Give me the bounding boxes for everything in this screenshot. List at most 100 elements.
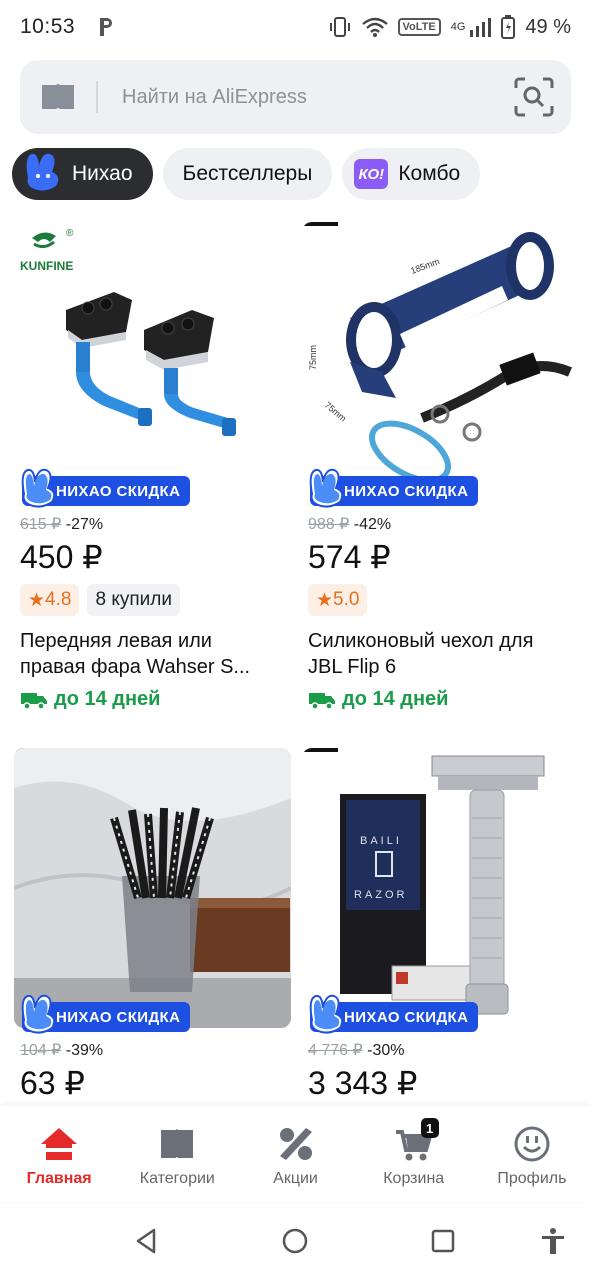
cart-count-badge: 1	[420, 1118, 439, 1138]
old-price-value: 988 ₽	[308, 516, 350, 533]
product-title[interactable]: Силиконовый чехол для JBL Flip 6	[308, 628, 576, 680]
chip-combo[interactable]: КО! Комбо	[342, 148, 481, 200]
search-bar[interactable]	[20, 60, 571, 134]
badge-label: НИХАО СКИДКА	[56, 482, 181, 500]
product-image[interactable]: BAILI RAZOR	[302, 748, 579, 1028]
delivery-text: до 14 дней	[342, 688, 449, 710]
nihao-mascot-icon	[309, 994, 344, 1034]
nav-label: Акции	[273, 1170, 318, 1187]
chip-label: Комбо	[398, 162, 461, 185]
product-image[interactable]: ® KUNFINE	[14, 222, 291, 502]
back-icon[interactable]	[132, 1226, 162, 1256]
discount-badge: НИХАО СКИДКА	[21, 468, 191, 508]
home-circle-icon[interactable]	[280, 1226, 310, 1256]
discount-percent: -39%	[65, 1042, 104, 1059]
product-title[interactable]: Передняя левая или правая фара Wahser S.…	[20, 628, 288, 680]
delivery-text: до 14 дней	[54, 688, 161, 710]
accessibility-icon[interactable]	[538, 1226, 568, 1256]
catalog-book-icon[interactable]	[40, 82, 76, 112]
search-divider	[96, 81, 98, 113]
chip-nihao[interactable]: Нихао	[12, 148, 153, 200]
recents-icon[interactable]	[428, 1226, 458, 1256]
rating-value: 5.0	[333, 589, 360, 610]
product-image[interactable]	[14, 748, 291, 1028]
old-price: 104 ₽ -39%	[20, 1040, 103, 1060]
title-line: Передняя левая или	[20, 630, 212, 652]
product-image[interactable]: 185mm 75mm 75mm	[302, 222, 579, 502]
chip-label: Нихао	[72, 162, 133, 185]
brand-logo-text: KUNFINE	[20, 259, 73, 273]
book-icon	[161, 1129, 194, 1158]
sold-count: 8 купили	[87, 584, 180, 616]
nav-label: Категории	[139, 1170, 215, 1187]
nav-profile[interactable]: Профиль	[473, 1106, 591, 1202]
badge-label: НИХАО СКИДКА	[344, 1008, 469, 1026]
star-icon: ★	[316, 589, 334, 611]
network-type: 4G	[450, 21, 466, 33]
old-price: 4 776 ₽ -30%	[308, 1040, 404, 1060]
old-price-value: 615 ₽	[20, 516, 62, 533]
speaker-case-image: 185mm 75mm 75mm	[302, 222, 579, 502]
bottom-navigation: Главная Категории Акции 1 Корзина Профил…	[0, 1106, 591, 1202]
percent-icon	[279, 1128, 312, 1160]
title-line: JBL Flip 6	[308, 656, 397, 678]
battery-icon	[501, 15, 516, 39]
image-search-icon[interactable]	[513, 76, 555, 118]
nihao-mascot-icon	[26, 153, 59, 191]
pens-cup-image	[14, 748, 291, 1028]
nav-cart[interactable]: 1 Корзина	[355, 1106, 473, 1202]
product-card[interactable]: ® KUNFINE НИХАО СКИДКА 615 ₽ -27% 450 ₽ …	[14, 222, 291, 722]
product-card[interactable]: BAILI RAZOR НИХАО СКИДКА 4 776 ₽ -30% 3 …	[302, 748, 579, 1106]
product-card[interactable]: 185mm 75mm 75mm НИХАО СКИДКА 988 ₽ -42% …	[302, 222, 579, 722]
app-notification-icon	[100, 18, 113, 36]
delivery-info: до 14 дней	[20, 688, 160, 711]
price: 63 ₽	[20, 1065, 85, 1101]
old-price-value: 104 ₽	[20, 1042, 62, 1059]
dimension-label: 75mm	[308, 345, 318, 370]
status-bar: 10:53 VoLTE 4G 49 %	[0, 0, 591, 54]
nihao-mascot-icon	[21, 468, 56, 508]
nihao-mascot-icon	[21, 994, 56, 1034]
discount-percent: -30%	[367, 1042, 405, 1059]
title-line: Силиконовый чехол для	[308, 630, 534, 652]
washer-nozzle-image: ® KUNFINE	[14, 222, 291, 502]
razor-image: BAILI RAZOR	[302, 748, 579, 1028]
old-price-value: 4 776 ₽	[308, 1042, 363, 1059]
old-price: 988 ₽ -42%	[308, 514, 391, 534]
rating-value: 4.8	[45, 589, 72, 610]
badge-label: НИХАО СКИДКА	[56, 1008, 181, 1026]
discount-percent: -27%	[65, 516, 104, 533]
chip-bestsellers[interactable]: Бестселлеры	[162, 148, 333, 200]
discount-badge: НИХАО СКИДКА	[21, 994, 191, 1034]
system-navigation	[0, 1202, 591, 1280]
truck-icon	[21, 692, 47, 710]
vibrate-icon	[329, 17, 350, 37]
wifi-icon	[361, 17, 388, 37]
rating-row: ★ 4.8 8 купили	[20, 584, 180, 616]
nav-home[interactable]: Главная	[0, 1106, 118, 1202]
status-indicators: VoLTE 4G 49 %	[328, 15, 571, 39]
signal-icon	[470, 18, 492, 37]
delivery-info: до 14 дней	[308, 688, 448, 711]
smiley-profile-icon	[514, 1126, 550, 1162]
rating: ★ 5.0	[308, 584, 368, 616]
rating-row: ★ 5.0	[308, 584, 368, 616]
chip-label: Бестселлеры	[182, 162, 313, 185]
nav-label: Корзина	[383, 1170, 445, 1187]
discount-percent: -42%	[353, 516, 392, 533]
nav-label: Главная	[26, 1170, 92, 1187]
title-line: правая фара Wahser S...	[20, 656, 251, 678]
svg-text:®: ®	[66, 228, 74, 239]
search-input[interactable]	[122, 85, 462, 109]
badge-label: НИХАО СКИДКА	[344, 482, 469, 500]
nav-categories[interactable]: Категории	[118, 1106, 236, 1202]
price: 574 ₽	[308, 539, 391, 575]
nihao-mascot-icon	[309, 468, 344, 508]
home-icon	[41, 1128, 78, 1160]
nav-sales[interactable]: Акции	[236, 1106, 354, 1202]
discount-badge: НИХАО СКИДКА	[309, 468, 479, 508]
product-card[interactable]: НИХАО СКИДКА 104 ₽ -39% 63 ₽	[14, 748, 291, 1106]
battery-percent: 49 %	[525, 15, 571, 38]
discount-badge: НИХАО СКИДКА	[309, 994, 479, 1034]
price: 3 343 ₽	[308, 1065, 418, 1101]
